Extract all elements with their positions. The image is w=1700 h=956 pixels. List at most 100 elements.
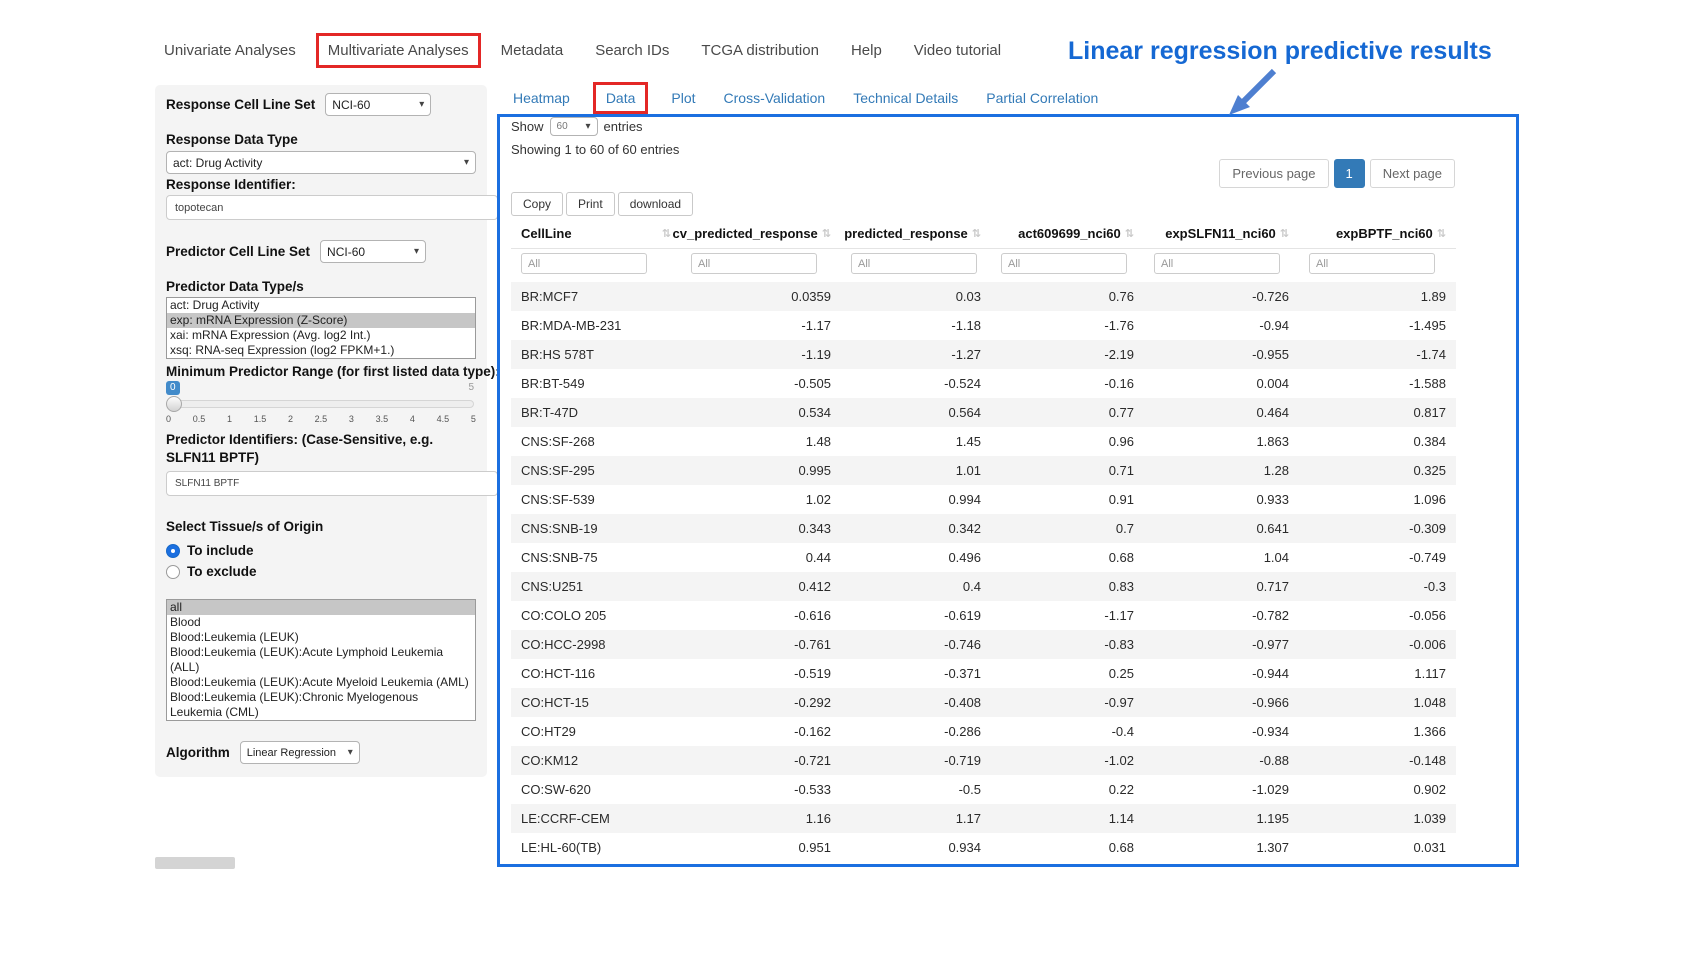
nav-item-multivariate-analyses[interactable]: Multivariate Analyses bbox=[316, 33, 481, 68]
filter-input-predicted_response[interactable] bbox=[851, 253, 977, 274]
tissue-option[interactable]: Blood bbox=[167, 615, 475, 630]
response-identifier-input[interactable] bbox=[166, 195, 498, 220]
filter-input-expBPTF_nci60[interactable] bbox=[1309, 253, 1435, 274]
value-cell: -0.88 bbox=[1144, 746, 1299, 775]
predictor-data-type-option[interactable]: act: Drug Activity bbox=[167, 298, 475, 313]
nav-item-search-ids[interactable]: Search IDs bbox=[583, 33, 681, 68]
print-button[interactable]: Print bbox=[566, 192, 615, 216]
nav-item-univariate-analyses[interactable]: Univariate Analyses bbox=[152, 33, 308, 68]
value-cell: 0.994 bbox=[841, 485, 991, 514]
table-row[interactable]: BR:T-47D0.5340.5640.770.4640.817 bbox=[511, 398, 1456, 427]
copy-button[interactable]: Copy bbox=[511, 192, 563, 216]
filter-input-expSLFN11_nci60[interactable] bbox=[1154, 253, 1280, 274]
slider-tick-label: 5 bbox=[471, 414, 476, 424]
min-predictor-range-slider[interactable]: 0 5 00.511.522.533.544.55 bbox=[166, 381, 476, 429]
table-row[interactable]: CO:HT29-0.162-0.286-0.4-0.9341.366 bbox=[511, 717, 1456, 746]
table-row[interactable]: CNS:SF-2681.481.450.961.8630.384 bbox=[511, 427, 1456, 456]
column-header-CellLine[interactable]: CellLine⇅ bbox=[511, 219, 681, 249]
value-cell: 1.02 bbox=[681, 485, 841, 514]
filter-input-CellLine[interactable] bbox=[521, 253, 647, 274]
tab-partial-correlation[interactable]: Partial Correlation bbox=[981, 82, 1103, 114]
tissue-option[interactable]: Blood:Leukemia (LEUK):Acute Myeloid Leuk… bbox=[167, 675, 475, 690]
table-row[interactable]: LE:CCRF-CEM1.161.171.141.1951.039 bbox=[511, 804, 1456, 833]
tissue-origin-listbox[interactable]: allBloodBlood:Leukemia (LEUK)Blood:Leuke… bbox=[166, 599, 476, 721]
sort-icon[interactable]: ⇅ bbox=[1125, 227, 1134, 240]
show-entries-control: Show 60 ▾ entries bbox=[511, 117, 643, 136]
value-cell: -1.74 bbox=[1299, 340, 1456, 369]
response-data-type-select[interactable]: act: Drug Activity ▾ bbox=[166, 151, 476, 174]
tissue-option[interactable]: Blood:Leukemia (LEUK) bbox=[167, 630, 475, 645]
filter-input-cv_predicted_response[interactable] bbox=[691, 253, 817, 274]
table-row[interactable]: CNS:SNB-750.440.4960.681.04-0.749 bbox=[511, 543, 1456, 572]
response-cell-line-set-select[interactable]: NCI-60 ▾ bbox=[325, 93, 431, 116]
column-header-expSLFN11_nci60[interactable]: expSLFN11_nci60⇅ bbox=[1144, 219, 1299, 249]
tab-heatmap[interactable]: Heatmap bbox=[508, 82, 575, 114]
value-cell: 0.933 bbox=[1144, 485, 1299, 514]
table-row[interactable]: CNS:SNB-190.3430.3420.70.641-0.309 bbox=[511, 514, 1456, 543]
entries-count-select[interactable]: 60 ▾ bbox=[550, 117, 598, 136]
tissue-option[interactable]: Blood:Leukemia (LEUK):Chronic Myelogenou… bbox=[167, 690, 475, 720]
nav-item-help[interactable]: Help bbox=[839, 33, 894, 68]
column-header-cv_predicted_response[interactable]: cv_predicted_response⇅ bbox=[681, 219, 841, 249]
radio-to-include[interactable]: To include bbox=[166, 540, 476, 561]
tab-cross-validation[interactable]: Cross-Validation bbox=[719, 82, 831, 114]
next-page-button[interactable]: Next page bbox=[1370, 159, 1455, 188]
table-row[interactable]: CNS:SF-2950.9951.010.711.280.325 bbox=[511, 456, 1456, 485]
sort-icon[interactable]: ⇅ bbox=[822, 227, 831, 240]
nav-item-metadata[interactable]: Metadata bbox=[489, 33, 576, 68]
sort-icon[interactable]: ⇅ bbox=[1437, 227, 1446, 240]
chevron-down-icon: ▾ bbox=[414, 246, 419, 257]
table-row[interactable]: CO:HCC-2998-0.761-0.746-0.83-0.977-0.006 bbox=[511, 630, 1456, 659]
table-row[interactable]: LE:HL-60(TB)0.9510.9340.681.3070.031 bbox=[511, 833, 1456, 862]
showing-entries-status: Showing 1 to 60 of 60 entries bbox=[511, 142, 679, 157]
cellline-cell: CO:COLO 205 bbox=[511, 601, 681, 630]
nav-item-tcga-distribution[interactable]: TCGA distribution bbox=[689, 33, 831, 68]
value-cell: 1.16 bbox=[681, 804, 841, 833]
column-header-predicted_response[interactable]: predicted_response⇅ bbox=[841, 219, 991, 249]
predictor-identifiers-input[interactable] bbox=[166, 471, 498, 496]
table-row[interactable]: CO:HCT-116-0.519-0.3710.25-0.9441.117 bbox=[511, 659, 1456, 688]
filter-input-act609699_nci60[interactable] bbox=[1001, 253, 1127, 274]
tab-data[interactable]: Data bbox=[593, 82, 649, 114]
slider-tick-label: 2.5 bbox=[315, 414, 328, 424]
sort-icon[interactable]: ⇅ bbox=[662, 227, 671, 240]
table-row[interactable]: CNS:SF-5391.020.9940.910.9331.096 bbox=[511, 485, 1456, 514]
predictor-cell-line-set-select[interactable]: NCI-60 ▾ bbox=[320, 240, 426, 263]
table-row[interactable]: BR:MDA-MB-231-1.17-1.18-1.76-0.94-1.495 bbox=[511, 311, 1456, 340]
table-row[interactable]: CNS:U2510.4120.40.830.717-0.3 bbox=[511, 572, 1456, 601]
table-row[interactable]: CO:HCT-15-0.292-0.408-0.97-0.9661.048 bbox=[511, 688, 1456, 717]
table-row[interactable]: BR:HS 578T-1.19-1.27-2.19-0.955-1.74 bbox=[511, 340, 1456, 369]
sort-icon[interactable]: ⇅ bbox=[1280, 227, 1289, 240]
page-number-button[interactable]: 1 bbox=[1334, 159, 1365, 188]
select-value: NCI-60 bbox=[327, 245, 365, 259]
predictor-data-type-option[interactable]: xai: mRNA Expression (Avg. log2 Int.) bbox=[167, 328, 475, 343]
table-row[interactable]: BR:MCF70.03590.030.76-0.7261.89 bbox=[511, 282, 1456, 311]
table-row[interactable]: CO:COLO 205-0.616-0.619-1.17-0.782-0.056 bbox=[511, 601, 1456, 630]
tab-technical-details[interactable]: Technical Details bbox=[848, 82, 963, 114]
tissue-option[interactable]: Blood:Leukemia (LEUK):Acute Lymphoid Leu… bbox=[167, 645, 475, 675]
table-row[interactable]: CO:KM12-0.721-0.719-1.02-0.88-0.148 bbox=[511, 746, 1456, 775]
previous-page-button[interactable]: Previous page bbox=[1219, 159, 1328, 188]
algorithm-label: Algorithm bbox=[166, 745, 230, 760]
value-cell: -0.94 bbox=[1144, 311, 1299, 340]
radio-to-exclude[interactable]: To exclude bbox=[166, 561, 476, 582]
slider-handle[interactable] bbox=[166, 396, 182, 412]
value-cell: 0.384 bbox=[1299, 427, 1456, 456]
algorithm-select[interactable]: Linear Regression ▾ bbox=[240, 741, 360, 764]
predictor-data-type-option[interactable]: xsq: RNA-seq Expression (log2 FPKM+1.) bbox=[167, 343, 475, 358]
column-header-act609699_nci60[interactable]: act609699_nci60⇅ bbox=[991, 219, 1144, 249]
column-header-expBPTF_nci60[interactable]: expBPTF_nci60⇅ bbox=[1299, 219, 1456, 249]
tab-plot[interactable]: Plot bbox=[666, 82, 700, 114]
value-cell: 1.863 bbox=[1144, 427, 1299, 456]
table-row[interactable]: BR:BT-549-0.505-0.524-0.160.004-1.588 bbox=[511, 369, 1456, 398]
sort-icon[interactable]: ⇅ bbox=[972, 227, 981, 240]
table-row[interactable]: CO:SW-620-0.533-0.50.22-1.0290.902 bbox=[511, 775, 1456, 804]
value-cell: -0.977 bbox=[1144, 630, 1299, 659]
nav-item-video-tutorial[interactable]: Video tutorial bbox=[902, 33, 1013, 68]
tissue-option[interactable]: all bbox=[167, 600, 475, 615]
download-button[interactable]: download bbox=[618, 192, 693, 216]
slider-track[interactable] bbox=[168, 400, 474, 408]
predictor-data-types-listbox[interactable]: act: Drug Activityexp: mRNA Expression (… bbox=[166, 297, 476, 359]
value-cell: 0.91 bbox=[991, 485, 1144, 514]
predictor-data-type-option[interactable]: exp: mRNA Expression (Z-Score) bbox=[167, 313, 475, 328]
